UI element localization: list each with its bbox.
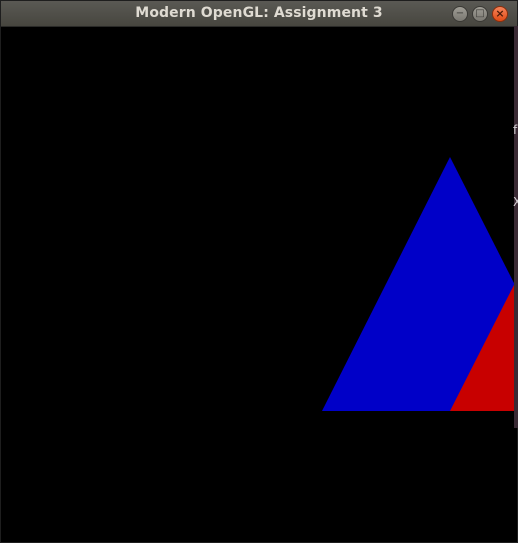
background-window-text: f — [513, 123, 518, 137]
title-bar[interactable]: Modern OpenGL: Assignment 3 − □ × — [1, 1, 517, 27]
window-title: Modern OpenGL: Assignment 3 — [135, 5, 383, 21]
minimize-icon: − — [455, 8, 465, 19]
background-window-text: X — [513, 195, 518, 209]
close-icon: × — [495, 7, 505, 20]
close-button[interactable]: × — [492, 6, 508, 22]
maximize-button[interactable]: □ — [472, 6, 488, 22]
minimize-button[interactable]: − — [452, 6, 468, 22]
background-window-edge — [514, 26, 518, 428]
maximize-icon: □ — [475, 8, 485, 19]
app-window: Modern OpenGL: Assignment 3 − □ × — [0, 0, 518, 543]
opengl-viewport[interactable] — [1, 27, 517, 542]
render-surface — [1, 27, 517, 542]
